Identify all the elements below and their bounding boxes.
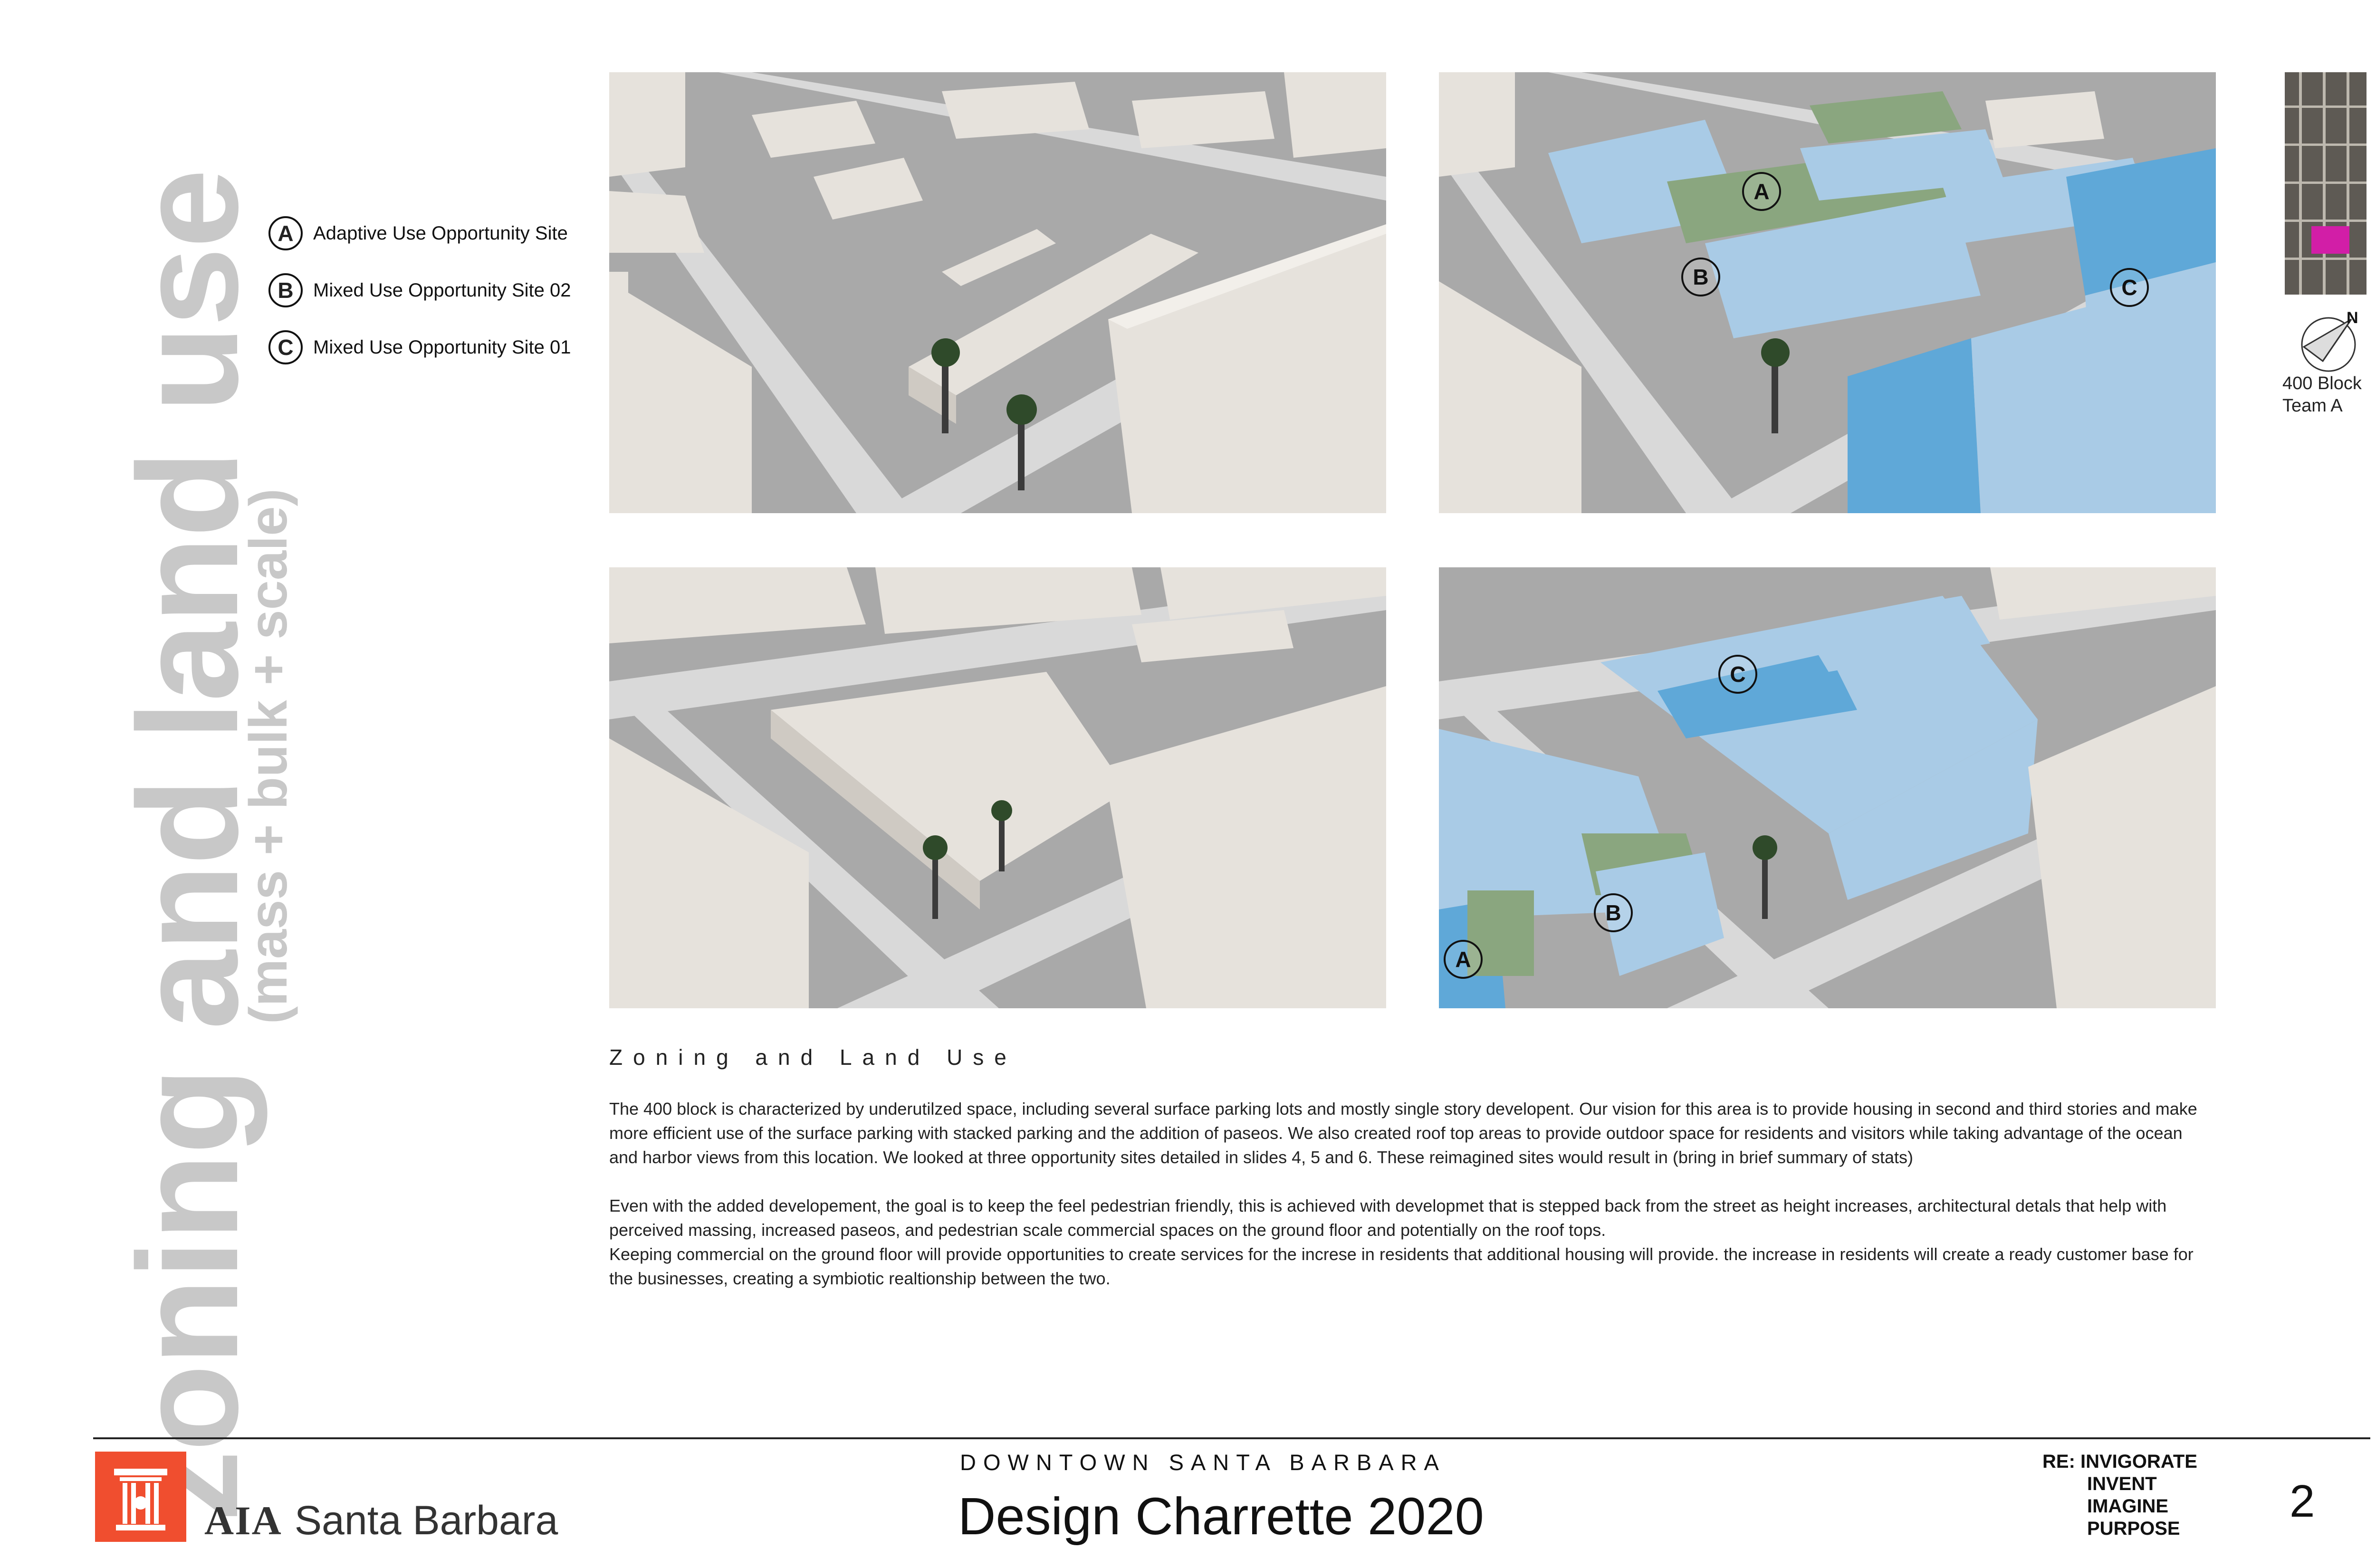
side-title: zoning and land use (mass + bulk + scale… bbox=[0, 0, 298, 1521]
context-caption-line-2: Team A bbox=[2282, 396, 2343, 416]
proposed-massing-drawing-1 bbox=[1439, 72, 2216, 513]
re-line-3: IMAGINE bbox=[2087, 1496, 2169, 1517]
re-line-4: PURPOSE bbox=[2087, 1518, 2180, 1539]
context-caption: 400 Block Team A bbox=[2282, 373, 2376, 417]
aia-logo-icon bbox=[95, 1452, 186, 1542]
legend-label-c: Mixed Use Opportunity Site 01 bbox=[313, 336, 571, 358]
organization-acronym: AIA bbox=[204, 1498, 282, 1543]
body-paragraph-3: Keeping commercial on the ground floor w… bbox=[609, 1244, 2194, 1288]
organization-city: Santa Barbara bbox=[294, 1498, 558, 1543]
site-legend: A Adaptive Use Opportunity Site B Mixed … bbox=[268, 214, 601, 385]
organization-name: AIA Santa Barbara bbox=[204, 1497, 558, 1544]
legend-badge-c: C bbox=[268, 330, 303, 364]
site-marker-b-2: B bbox=[1594, 893, 1633, 932]
body-paragraph-2: Even with the added developement, the go… bbox=[609, 1196, 2167, 1240]
page-number: 2 bbox=[2290, 1476, 2315, 1527]
context-map-drawing bbox=[2285, 72, 2366, 295]
footer-title: Design Charrette 2020 bbox=[958, 1487, 1484, 1546]
section-body: The 400 block is characterized by underu… bbox=[609, 1097, 2201, 1291]
context-map-thumbnail bbox=[2285, 72, 2366, 295]
existing-aerial-view-1 bbox=[609, 72, 1386, 513]
north-arrow-icon: N bbox=[2301, 309, 2358, 372]
body-paragraph-1: The 400 block is characterized by underu… bbox=[609, 1099, 2197, 1167]
vertical-subtitle: (mass + bulk + scale) bbox=[239, 488, 298, 1024]
context-caption-line-1: 400 Block bbox=[2282, 373, 2362, 393]
existing-massing-drawing-2 bbox=[609, 567, 1386, 1008]
re-line-2: INVENT bbox=[2087, 1473, 2157, 1494]
proposed-aerial-view-2: C B A bbox=[1439, 567, 2216, 1008]
re-line-1: RE: INVIGORATE bbox=[2042, 1451, 2197, 1472]
existing-aerial-view-2 bbox=[609, 567, 1386, 1008]
footer-eyebrow: DOWNTOWN SANTA BARBARA bbox=[960, 1450, 1446, 1475]
legend-item-b: B Mixed Use Opportunity Site 02 bbox=[268, 271, 601, 310]
section-heading: Zoning and Land Use bbox=[609, 1045, 1017, 1070]
legend-label-b: Mixed Use Opportunity Site 02 bbox=[313, 279, 571, 301]
legend-item-c: C Mixed Use Opportunity Site 01 bbox=[268, 328, 601, 367]
site-marker-a: A bbox=[1742, 172, 1781, 211]
north-label: N bbox=[2347, 309, 2358, 327]
proposed-massing-drawing-2 bbox=[1439, 567, 2216, 1008]
legend-badge-b: B bbox=[268, 273, 303, 307]
existing-massing-drawing-1 bbox=[609, 72, 1386, 513]
site-marker-b: B bbox=[1681, 258, 1720, 296]
legend-badge-a: A bbox=[268, 216, 303, 250]
re-block: RE: INVIGORATE INVENT IMAGINE PURPOSE bbox=[2042, 1451, 2197, 1540]
legend-label-a: Adaptive Use Opportunity Site bbox=[313, 222, 568, 244]
legend-item-a: A Adaptive Use Opportunity Site bbox=[268, 214, 601, 253]
site-marker-a-2: A bbox=[1444, 940, 1483, 979]
proposed-aerial-view-1: A B C bbox=[1439, 72, 2216, 513]
footer-divider bbox=[93, 1437, 2370, 1439]
site-marker-c: C bbox=[2110, 268, 2149, 307]
site-marker-c-2: C bbox=[1718, 655, 1757, 694]
